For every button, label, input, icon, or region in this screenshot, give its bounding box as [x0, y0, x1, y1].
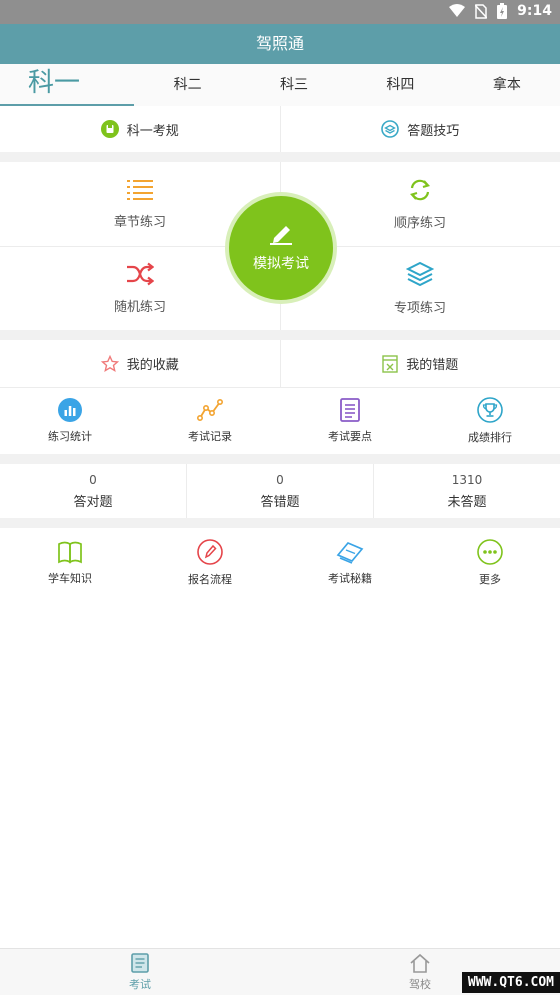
nav-exam[interactable]: 考试	[0, 949, 280, 995]
wrong-count: 0 答错题	[186, 464, 373, 518]
document-icon	[340, 398, 360, 422]
trophy-icon	[477, 397, 503, 423]
exam-secrets-button[interactable]: 考试秘籍	[280, 528, 420, 598]
exam-records-label: 考试记录	[188, 430, 232, 443]
status-time: 9:14	[517, 3, 552, 19]
driving-knowledge-button[interactable]: 学车知识	[0, 528, 140, 598]
correct-count: 0 答对题	[0, 464, 186, 518]
answer-tips-label: 答题技巧	[407, 123, 460, 139]
edit-circle-icon	[197, 539, 223, 565]
tab-subject-1[interactable]: 科一	[0, 64, 135, 106]
my-mistakes-label: 我的错题	[406, 358, 459, 373]
unanswered-count: 1310 未答题	[373, 464, 560, 518]
random-practice-label: 随机练习	[113, 299, 166, 315]
trend-line-icon	[197, 398, 223, 421]
correct-count-value: 0	[89, 473, 97, 487]
mistake-book-icon	[382, 354, 398, 373]
battery-icon	[497, 3, 508, 19]
exam-rules-button[interactable]: 科一考规	[0, 106, 281, 152]
exam-rules-label: 科一考规	[126, 123, 179, 139]
registration-process-label: 报名流程	[188, 573, 232, 586]
cycle-icon	[410, 179, 430, 200]
nav-school-label: 驾校	[409, 977, 431, 991]
exam-secrets-label: 考试秘籍	[328, 572, 372, 585]
driving-knowledge-label: 学车知识	[48, 572, 92, 585]
pen-icon	[270, 226, 292, 245]
more-button[interactable]: 更多	[420, 528, 560, 598]
tools-row: 练习统计 考试记录 考试要点 成绩排行	[0, 388, 560, 454]
nav-exam-label: 考试	[129, 977, 151, 991]
score-ranking-label: 成绩排行	[468, 431, 512, 444]
shuffle-icon	[127, 262, 154, 285]
exam-key-points-button[interactable]: 考试要点	[280, 388, 420, 454]
favorites-row: 我的收藏 我的错题	[0, 340, 560, 388]
exam-doc-icon	[131, 952, 149, 973]
mock-exam-label: 模拟考试	[253, 256, 309, 272]
more-label: 更多	[479, 573, 501, 586]
rules-icon	[100, 120, 119, 138]
no-sim-icon	[475, 3, 488, 19]
home-icon	[410, 953, 430, 973]
unanswered-count-value: 1310	[451, 473, 483, 487]
more-dots-icon	[477, 539, 503, 565]
watermark: WWW.QT6.COM	[461, 972, 560, 993]
correct-count-label: 答对题	[73, 495, 113, 510]
list-icon	[127, 179, 153, 200]
chapter-practice-label: 章节练习	[113, 214, 166, 230]
status-icons: 9:14	[449, 3, 552, 19]
bar-chart-icon	[58, 398, 82, 422]
registration-process-button[interactable]: 报名流程	[140, 528, 280, 598]
tab-subject-4[interactable]: 科四	[347, 64, 453, 106]
score-ranking-button[interactable]: 成绩排行	[420, 388, 560, 454]
tab-subject-2[interactable]: 科二	[134, 64, 240, 106]
status-bar: 9:14	[0, 0, 560, 24]
wifi-icon	[449, 4, 466, 17]
tab-subject-3[interactable]: 科三	[241, 64, 347, 106]
practice-stats-label: 练习统计	[48, 430, 92, 443]
star-icon	[100, 354, 119, 372]
sequential-practice-label: 顺序练习	[393, 215, 446, 231]
book-icon	[58, 541, 82, 564]
my-favorites-button[interactable]: 我的收藏	[0, 340, 281, 387]
subject-tabs: 科一 科二 科三 科四 拿本	[0, 64, 560, 106]
practice-stats-button[interactable]: 练习统计	[0, 388, 140, 454]
wrong-count-label: 答错题	[260, 495, 300, 510]
stack-icon	[406, 261, 434, 286]
unanswered-count-label: 未答题	[447, 495, 487, 510]
more-row: 学车知识 报名流程 考试秘籍 更多	[0, 528, 560, 598]
tab-get-license[interactable]: 拿本	[454, 64, 560, 106]
answer-tips-button[interactable]: 答题技巧	[281, 106, 560, 152]
exam-records-button[interactable]: 考试记录	[140, 388, 280, 454]
content-blank-area	[0, 598, 560, 948]
app-title: 驾照通	[0, 24, 560, 64]
answer-stats: 0 答对题 0 答错题 1310 未答题	[0, 464, 560, 518]
notebook-icon	[336, 541, 364, 564]
my-favorites-label: 我的收藏	[126, 358, 179, 373]
my-mistakes-button[interactable]: 我的错题	[281, 340, 560, 387]
wrong-count-value: 0	[276, 473, 284, 487]
quick-links: 科一考规 答题技巧	[0, 106, 560, 152]
layers-icon	[381, 120, 400, 138]
mock-exam-button[interactable]: 模拟考试	[229, 196, 333, 300]
exam-key-points-label: 考试要点	[328, 430, 372, 443]
special-practice-label: 专项练习	[393, 300, 446, 316]
